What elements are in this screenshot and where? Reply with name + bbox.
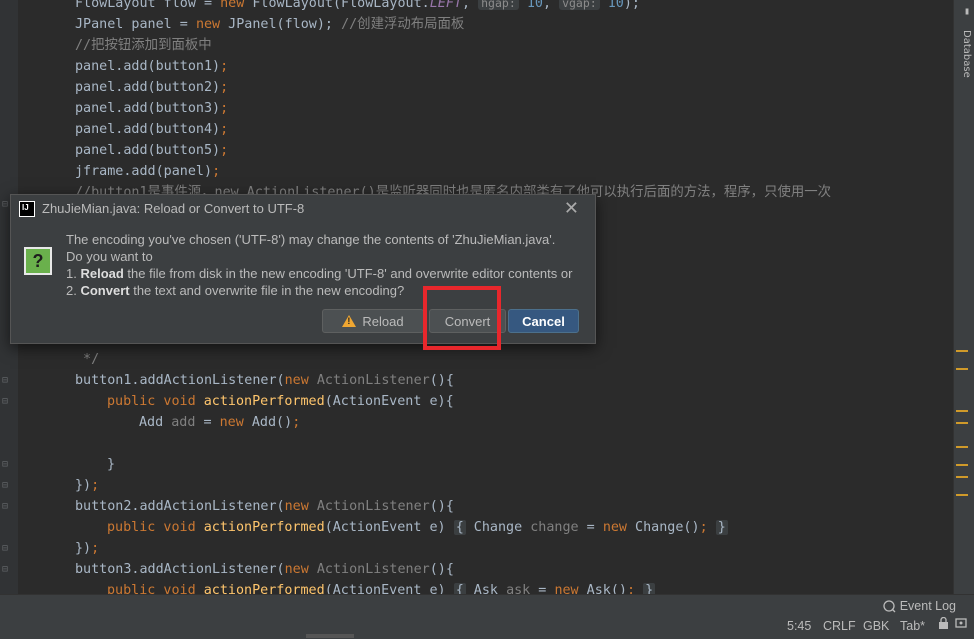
intellij-icon <box>19 201 35 217</box>
reload-button[interactable]: ! Reload <box>322 309 424 333</box>
code-line[interactable]: */ <box>75 349 99 370</box>
code-line[interactable]: }); <box>75 475 99 496</box>
warning-icon: ! <box>342 315 357 327</box>
cancel-button[interactable]: Cancel <box>508 309 579 333</box>
code-line[interactable]: public void actionPerformed(ActionEvent … <box>107 580 656 594</box>
convert-label: Convert <box>444 313 491 329</box>
database-tool-tab[interactable]: Database <box>958 30 972 78</box>
message-line-3: 1. Reload the file from disk in the new … <box>66 265 591 282</box>
error-stripe-marker[interactable] <box>956 464 968 466</box>
message-line-4: 2. Convert the text and overwrite file i… <box>66 282 591 299</box>
code-line[interactable]: panel.add(button5); <box>75 140 228 161</box>
scroll-indicator[interactable] <box>306 634 354 638</box>
code-line[interactable]: Add add = new Add(); <box>139 412 300 433</box>
dialog-title: ZhuJieMian.java: Reload or Convert to UT… <box>42 201 305 216</box>
line-separator[interactable]: CRLF <box>823 619 856 633</box>
option-text: the file from disk in the new encoding '… <box>123 266 573 281</box>
indent-setting[interactable]: Tab* <box>900 619 925 633</box>
code-line[interactable]: JPanel panel = new JPanel(flow); //创建浮动布… <box>75 14 464 35</box>
caret-position[interactable]: 5:45 <box>787 619 811 633</box>
code-line[interactable]: public void actionPerformed(ActionEvent … <box>107 517 728 538</box>
lock-icon[interactable] <box>938 616 949 633</box>
option-number: 1. <box>66 266 81 281</box>
option-keyword: Reload <box>80 266 124 281</box>
code-line[interactable]: button2.addActionListener(new ActionList… <box>75 496 454 517</box>
code-line[interactable]: public void actionPerformed(ActionEvent … <box>107 391 454 412</box>
code-line[interactable]: FlowLayout flow = new FlowLayout(FlowLay… <box>75 0 640 14</box>
fold-icon[interactable]: ⊟ <box>2 460 12 470</box>
error-stripe-marker[interactable] <box>956 350 968 352</box>
error-stripe-marker[interactable] <box>956 494 968 496</box>
notifications-icon[interactable] <box>955 617 967 632</box>
fold-icon[interactable]: ⊟ <box>2 502 12 512</box>
error-stripe-marker[interactable] <box>956 368 968 370</box>
code-line[interactable]: }); <box>75 538 99 559</box>
code-line[interactable]: } <box>107 454 115 475</box>
fold-icon[interactable]: ⊟ <box>2 544 12 554</box>
message-line-1: The encoding you've chosen ('UTF-8') may… <box>66 232 556 247</box>
code-line[interactable]: panel.add(button2); <box>75 77 228 98</box>
option-number: 2. <box>66 283 81 298</box>
fold-icon[interactable]: ⊟ <box>2 397 12 407</box>
reload-label: Reload <box>362 313 404 329</box>
dialog-message: The encoding you've chosen ('UTF-8') may… <box>66 231 591 299</box>
event-log-label: Event Log <box>899 599 956 613</box>
code-line[interactable]: button3.addActionListener(new ActionList… <box>75 559 454 580</box>
encoding-dialog: ZhuJieMian.java: Reload or Convert to UT… <box>10 194 596 344</box>
file-encoding[interactable]: GBK <box>863 619 889 633</box>
dialog-title-bar[interactable]: ZhuJieMian.java: Reload or Convert to UT… <box>11 195 595 223</box>
cancel-label: Cancel <box>522 313 565 329</box>
message-line-2: Do you want to <box>66 249 153 264</box>
fold-icon[interactable]: ⊟ <box>2 481 12 491</box>
event-log-button[interactable]: Event Log <box>883 599 956 613</box>
code-line[interactable]: panel.add(button3); <box>75 98 228 119</box>
code-line[interactable]: button1.addActionListener(new ActionList… <box>75 370 454 391</box>
error-stripe-marker[interactable] <box>956 422 968 424</box>
code-line[interactable]: panel.add(button1); <box>75 56 228 77</box>
event-log-icon <box>883 599 896 612</box>
scroll-icon[interactable]: ▮ <box>964 6 970 17</box>
code-line[interactable]: jframe.add(panel); <box>75 161 220 182</box>
convert-button[interactable]: Convert <box>429 309 506 333</box>
code-line[interactable]: panel.add(button4); <box>75 119 228 140</box>
option-keyword: Convert <box>80 283 130 298</box>
right-tool-strip: ▮ Database <box>953 0 974 594</box>
fold-icon[interactable]: ⊟ <box>2 376 12 386</box>
error-stripe-marker[interactable] <box>956 410 968 412</box>
question-icon: ? <box>24 247 52 275</box>
code-line[interactable]: //把按钮添加到面板中 <box>75 35 212 56</box>
status-bar: Event Log 5:45 CRLF GBK Tab* <box>0 594 974 639</box>
option-text: the text and overwrite file in the new e… <box>129 283 405 298</box>
error-stripe-marker[interactable] <box>956 446 968 448</box>
close-icon[interactable]: ✕ <box>564 198 579 219</box>
error-stripe-marker[interactable] <box>956 476 968 478</box>
fold-icon[interactable]: ⊟ <box>2 565 12 575</box>
